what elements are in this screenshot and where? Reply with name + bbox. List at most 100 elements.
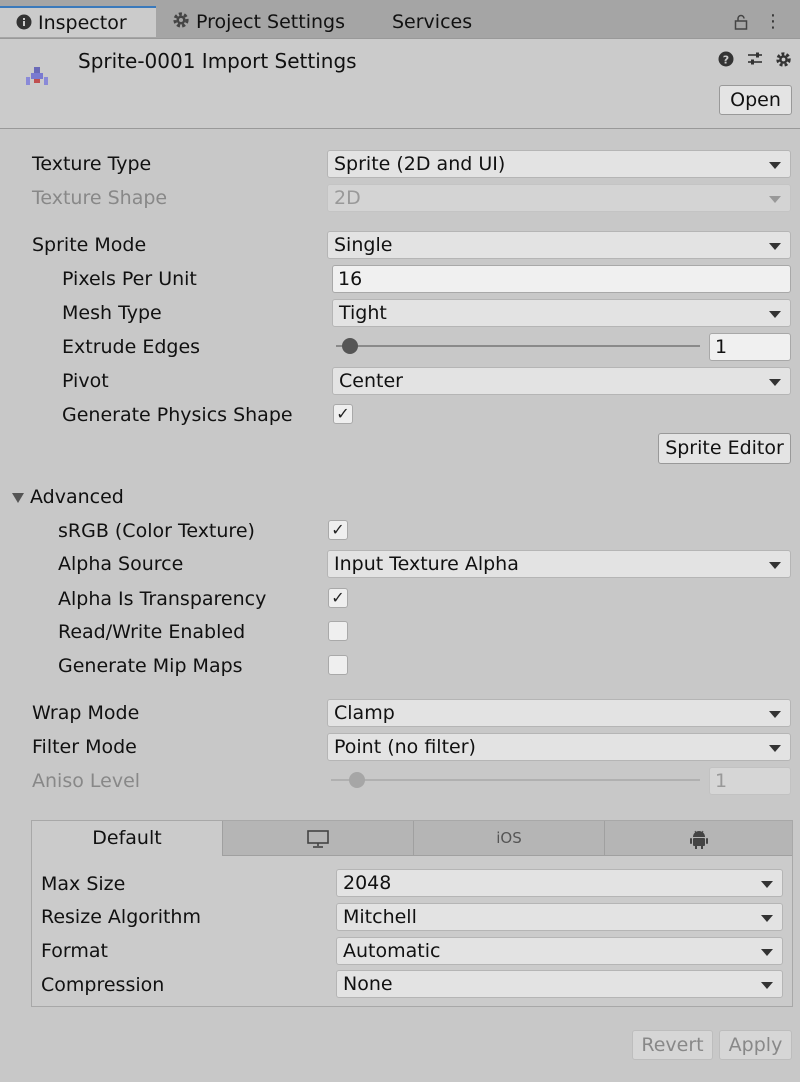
revert-button[interactable]: Revert [632, 1030, 713, 1060]
monitor-icon [306, 827, 330, 849]
texture-shape-label: Texture Shape [32, 187, 168, 209]
tab-bar: Inspector Project Settings Services ⋮ [0, 6, 800, 39]
filter-mode-dropdown[interactable]: Point (no filter) [327, 733, 791, 761]
format-value: Automatic [343, 940, 441, 962]
aniso-level-label: Aniso Level [32, 770, 141, 792]
srgb-label: sRGB (Color Texture) [58, 520, 255, 542]
android-icon [688, 827, 710, 849]
tab-services[interactable]: Services [392, 6, 472, 38]
alpha-source-label: Alpha Source [58, 553, 184, 575]
read-write-enabled-checkbox[interactable] [328, 621, 348, 641]
chevron-down-icon [769, 745, 781, 752]
alpha-source-dropdown[interactable]: Input Texture Alpha [327, 550, 791, 578]
texture-type-value: Sprite (2D and UI) [334, 153, 506, 175]
texture-shape-dropdown: 2D [327, 184, 791, 212]
compression-label: Compression [41, 974, 165, 996]
tab-inspector[interactable]: Inspector [0, 6, 156, 37]
platform-tab-android[interactable] [604, 821, 792, 856]
mesh-type-dropdown[interactable]: Tight [332, 299, 791, 327]
mesh-type-value: Tight [339, 302, 387, 324]
header-icons: ? [712, 49, 792, 69]
lock-icon[interactable] [734, 11, 754, 32]
srgb-checkbox[interactable]: ✓ [328, 520, 348, 540]
mesh-type-label: Mesh Type [62, 302, 162, 324]
alpha-source-value: Input Texture Alpha [334, 553, 519, 575]
max-size-dropdown[interactable]: 2048 [336, 869, 783, 897]
read-write-enabled-label: Read/Write Enabled [58, 621, 246, 643]
sprite-mode-value: Single [334, 234, 393, 256]
chevron-down-icon [769, 162, 781, 169]
platform-tabs: Default iOS [32, 821, 792, 857]
aniso-level-slider-track [331, 779, 700, 781]
chevron-down-icon [769, 562, 781, 569]
kebab-menu-icon[interactable]: ⋮ [764, 11, 782, 32]
platform-tab-default[interactable]: Default [32, 821, 222, 856]
foldout-triangle-icon [12, 492, 24, 503]
extrude-edges-input[interactable]: 1 [709, 333, 791, 361]
platform-tab-default-label: Default [92, 827, 162, 849]
svg-text:?: ? [723, 54, 729, 67]
format-dropdown[interactable]: Automatic [336, 937, 783, 965]
generate-physics-shape-label: Generate Physics Shape [62, 404, 293, 426]
sprite-mode-label: Sprite Mode [32, 234, 147, 256]
texture-type-label: Texture Type [32, 153, 152, 175]
apply-button[interactable]: Apply [719, 1030, 792, 1060]
generate-mip-maps-checkbox[interactable] [328, 655, 348, 675]
filter-mode-value: Point (no filter) [334, 736, 476, 758]
sprite-editor-button[interactable]: Sprite Editor [658, 433, 791, 464]
platform-tab-standalone[interactable] [222, 821, 413, 856]
chevron-down-icon [761, 982, 773, 989]
resize-algorithm-dropdown[interactable]: Mitchell [336, 903, 783, 931]
resize-algorithm-label: Resize Algorithm [41, 906, 201, 928]
chevron-down-icon [761, 915, 773, 922]
pixels-per-unit-input[interactable]: 16 [332, 265, 791, 293]
pivot-dropdown[interactable]: Center [332, 367, 791, 395]
tab-inspector-label: Inspector [38, 12, 127, 34]
max-size-value: 2048 [343, 872, 392, 894]
generate-physics-shape-checkbox[interactable]: ✓ [333, 404, 353, 424]
chevron-down-icon [769, 711, 781, 718]
chevron-down-icon [769, 311, 781, 318]
wrap-mode-value: Clamp [334, 702, 395, 724]
pixels-per-unit-label: Pixels Per Unit [62, 268, 197, 290]
sprite-thumbnail-icon [22, 63, 52, 89]
extrude-edges-slider-handle[interactable] [342, 338, 358, 354]
chevron-down-icon [769, 196, 781, 203]
advanced-foldout[interactable]: Advanced [12, 486, 124, 508]
chevron-down-icon [761, 881, 773, 888]
format-label: Format [41, 940, 108, 962]
presets-icon[interactable] [746, 49, 769, 69]
open-button[interactable]: Open [719, 85, 792, 115]
wrap-mode-dropdown[interactable]: Clamp [327, 699, 791, 727]
extrude-edges-slider-track[interactable] [336, 345, 700, 347]
tab-bar-controls: ⋮ [734, 6, 782, 38]
help-icon[interactable]: ? [718, 49, 739, 69]
extrude-edges-label: Extrude Edges [62, 336, 201, 358]
tab-project-settings-label: Project Settings [196, 11, 345, 33]
compression-dropdown[interactable]: None [336, 970, 783, 998]
tab-services-label: Services [392, 11, 473, 33]
gear-icon [172, 7, 190, 39]
chevron-down-icon [761, 949, 773, 956]
pivot-label: Pivot [62, 370, 109, 392]
compression-value: None [343, 973, 393, 995]
resize-algorithm-value: Mitchell [343, 906, 417, 928]
advanced-label: Advanced [30, 486, 124, 508]
platform-tab-ios[interactable]: iOS [413, 821, 604, 856]
sprite-mode-dropdown[interactable]: Single [327, 231, 791, 259]
pivot-value: Center [339, 370, 403, 392]
info-icon [16, 9, 32, 39]
tab-project-settings[interactable]: Project Settings [172, 6, 345, 38]
alpha-is-transparency-label: Alpha Is Transparency [58, 588, 267, 610]
aniso-level-slider-handle [349, 772, 365, 788]
chevron-down-icon [769, 243, 781, 250]
inspector-header: Sprite-0001 Import Settings ? Open [0, 39, 800, 129]
texture-type-dropdown[interactable]: Sprite (2D and UI) [327, 150, 791, 178]
alpha-is-transparency-checkbox[interactable]: ✓ [328, 588, 348, 608]
platform-tab-ios-label: iOS [496, 829, 522, 847]
wrap-mode-label: Wrap Mode [32, 702, 140, 724]
max-size-label: Max Size [41, 873, 126, 895]
settings-gear-icon[interactable] [775, 49, 792, 69]
generate-mip-maps-label: Generate Mip Maps [58, 655, 243, 677]
filter-mode-label: Filter Mode [32, 736, 137, 758]
